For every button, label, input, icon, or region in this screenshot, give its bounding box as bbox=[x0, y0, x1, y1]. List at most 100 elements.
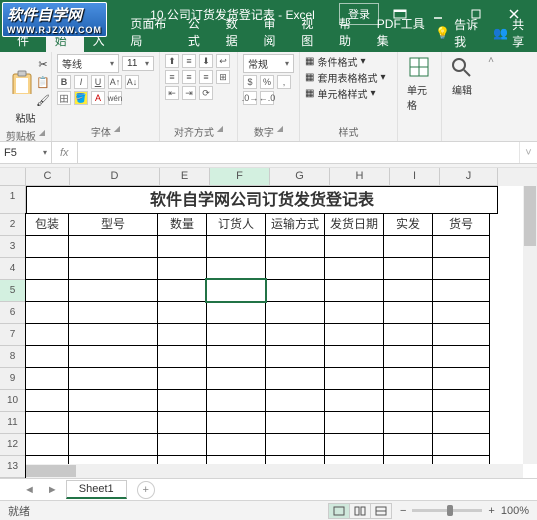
cell[interactable] bbox=[68, 323, 158, 346]
cell[interactable] bbox=[265, 279, 325, 302]
cell[interactable] bbox=[383, 411, 433, 434]
cell[interactable] bbox=[324, 367, 384, 390]
wrap-text-button[interactable]: ↩ bbox=[216, 54, 230, 68]
share-button[interactable]: 共享 bbox=[512, 16, 529, 50]
name-box[interactable]: F5▾ bbox=[0, 142, 52, 163]
column-header[interactable]: G bbox=[270, 168, 330, 186]
cell[interactable] bbox=[265, 323, 325, 346]
italic-button[interactable]: I bbox=[74, 75, 88, 89]
format-as-table-button[interactable]: ▦套用表格格式 ▾ bbox=[305, 70, 392, 85]
cell[interactable] bbox=[432, 389, 490, 412]
cell[interactable] bbox=[432, 367, 490, 390]
cell[interactable] bbox=[383, 257, 433, 280]
orientation-button[interactable]: ⟳ bbox=[199, 86, 213, 100]
cell[interactable] bbox=[68, 389, 158, 412]
cell[interactable] bbox=[68, 367, 158, 390]
cell[interactable] bbox=[324, 301, 384, 324]
tab-review[interactable]: 审阅 bbox=[254, 12, 292, 52]
dialog-launcher-icon[interactable]: ◢ bbox=[217, 124, 223, 139]
format-painter-icon[interactable]: 🖌 bbox=[35, 92, 51, 108]
cell[interactable] bbox=[265, 257, 325, 280]
cell[interactable] bbox=[206, 367, 266, 390]
column-header[interactable]: C bbox=[26, 168, 70, 186]
row-header[interactable]: 7 bbox=[0, 324, 26, 346]
table-title-cell[interactable]: 软件自学网公司订货发货登记表 bbox=[26, 186, 498, 214]
cell[interactable] bbox=[383, 323, 433, 346]
cell[interactable] bbox=[25, 235, 69, 258]
column-header[interactable]: E bbox=[160, 168, 210, 186]
cell[interactable] bbox=[324, 345, 384, 368]
cell[interactable] bbox=[206, 279, 266, 302]
font-color-button[interactable]: A bbox=[91, 91, 105, 105]
table-header-cell[interactable]: 型号 bbox=[68, 213, 158, 236]
expand-formula-bar-button[interactable]: ˅ bbox=[519, 142, 537, 163]
cell[interactable] bbox=[25, 279, 69, 302]
column-header[interactable]: J bbox=[440, 168, 498, 186]
table-header-cell[interactable]: 货号 bbox=[432, 213, 490, 236]
increase-indent-button[interactable]: ⇥ bbox=[182, 86, 196, 100]
table-header-cell[interactable]: 运输方式 bbox=[265, 213, 325, 236]
cell[interactable] bbox=[157, 389, 207, 412]
cell[interactable] bbox=[206, 257, 266, 280]
cell[interactable] bbox=[206, 301, 266, 324]
cell[interactable] bbox=[157, 257, 207, 280]
editing-button[interactable]: 编辑 bbox=[447, 54, 477, 99]
cells-button[interactable]: 单元格 bbox=[403, 54, 436, 114]
conditional-format-button[interactable]: ▦条件格式 ▾ bbox=[305, 54, 392, 69]
normal-view-button[interactable] bbox=[328, 503, 350, 519]
sheet-nav-prev[interactable]: ◄ bbox=[20, 484, 39, 496]
tab-view[interactable]: 视图 bbox=[292, 12, 330, 52]
cell[interactable] bbox=[383, 389, 433, 412]
fx-icon[interactable]: fx bbox=[56, 147, 73, 159]
align-right-button[interactable]: ≡ bbox=[199, 70, 213, 84]
table-header-cell[interactable]: 数量 bbox=[157, 213, 207, 236]
increase-decimal-button[interactable]: .0→ bbox=[243, 91, 257, 105]
row-header[interactable]: 2 bbox=[0, 214, 26, 236]
cell[interactable] bbox=[68, 433, 158, 456]
cell[interactable] bbox=[157, 323, 207, 346]
cell[interactable] bbox=[265, 389, 325, 412]
cell[interactable] bbox=[432, 411, 490, 434]
horizontal-scrollbar[interactable] bbox=[26, 464, 523, 478]
cell[interactable] bbox=[432, 323, 490, 346]
cell[interactable] bbox=[265, 367, 325, 390]
tab-layout[interactable]: 页面布局 bbox=[121, 12, 179, 52]
column-header[interactable]: H bbox=[330, 168, 390, 186]
sheet-nav-next[interactable]: ► bbox=[43, 484, 62, 496]
row-header[interactable]: 11 bbox=[0, 412, 26, 434]
dialog-launcher-icon[interactable]: ◢ bbox=[114, 124, 120, 139]
collapse-ribbon-button[interactable]: ˄ bbox=[482, 52, 500, 141]
cell[interactable] bbox=[265, 235, 325, 258]
cell[interactable] bbox=[68, 257, 158, 280]
row-header[interactable]: 5 bbox=[0, 280, 26, 302]
number-format-dropdown[interactable]: 常规▾ bbox=[243, 54, 294, 73]
cell[interactable] bbox=[324, 389, 384, 412]
cell[interactable] bbox=[324, 235, 384, 258]
zoom-slider[interactable] bbox=[412, 509, 482, 512]
cell[interactable] bbox=[324, 411, 384, 434]
row-header[interactable]: 4 bbox=[0, 258, 26, 280]
decrease-font-button[interactable]: A↓ bbox=[125, 75, 139, 89]
table-header-cell[interactable]: 订货人 bbox=[206, 213, 266, 236]
tab-formulas[interactable]: 公式 bbox=[179, 12, 217, 52]
cell[interactable] bbox=[265, 411, 325, 434]
cell[interactable] bbox=[157, 301, 207, 324]
add-sheet-button[interactable]: + bbox=[137, 481, 155, 499]
cell[interactable] bbox=[157, 411, 207, 434]
dialog-launcher-icon[interactable]: ◢ bbox=[277, 124, 283, 139]
cell[interactable] bbox=[157, 345, 207, 368]
cell[interactable] bbox=[25, 433, 69, 456]
column-header[interactable]: D bbox=[70, 168, 160, 186]
cell[interactable] bbox=[25, 345, 69, 368]
cell[interactable] bbox=[324, 279, 384, 302]
row-header[interactable]: 13 bbox=[0, 456, 26, 478]
row-header[interactable]: 6 bbox=[0, 302, 26, 324]
table-header-cell[interactable]: 发货日期 bbox=[324, 213, 384, 236]
cell[interactable] bbox=[383, 235, 433, 258]
column-header[interactable]: F bbox=[210, 168, 270, 186]
cell[interactable] bbox=[432, 433, 490, 456]
zoom-out-button[interactable]: − bbox=[400, 505, 406, 517]
cell[interactable] bbox=[68, 301, 158, 324]
border-button[interactable]: 田 bbox=[57, 91, 71, 105]
bold-button[interactable]: B bbox=[57, 75, 71, 89]
